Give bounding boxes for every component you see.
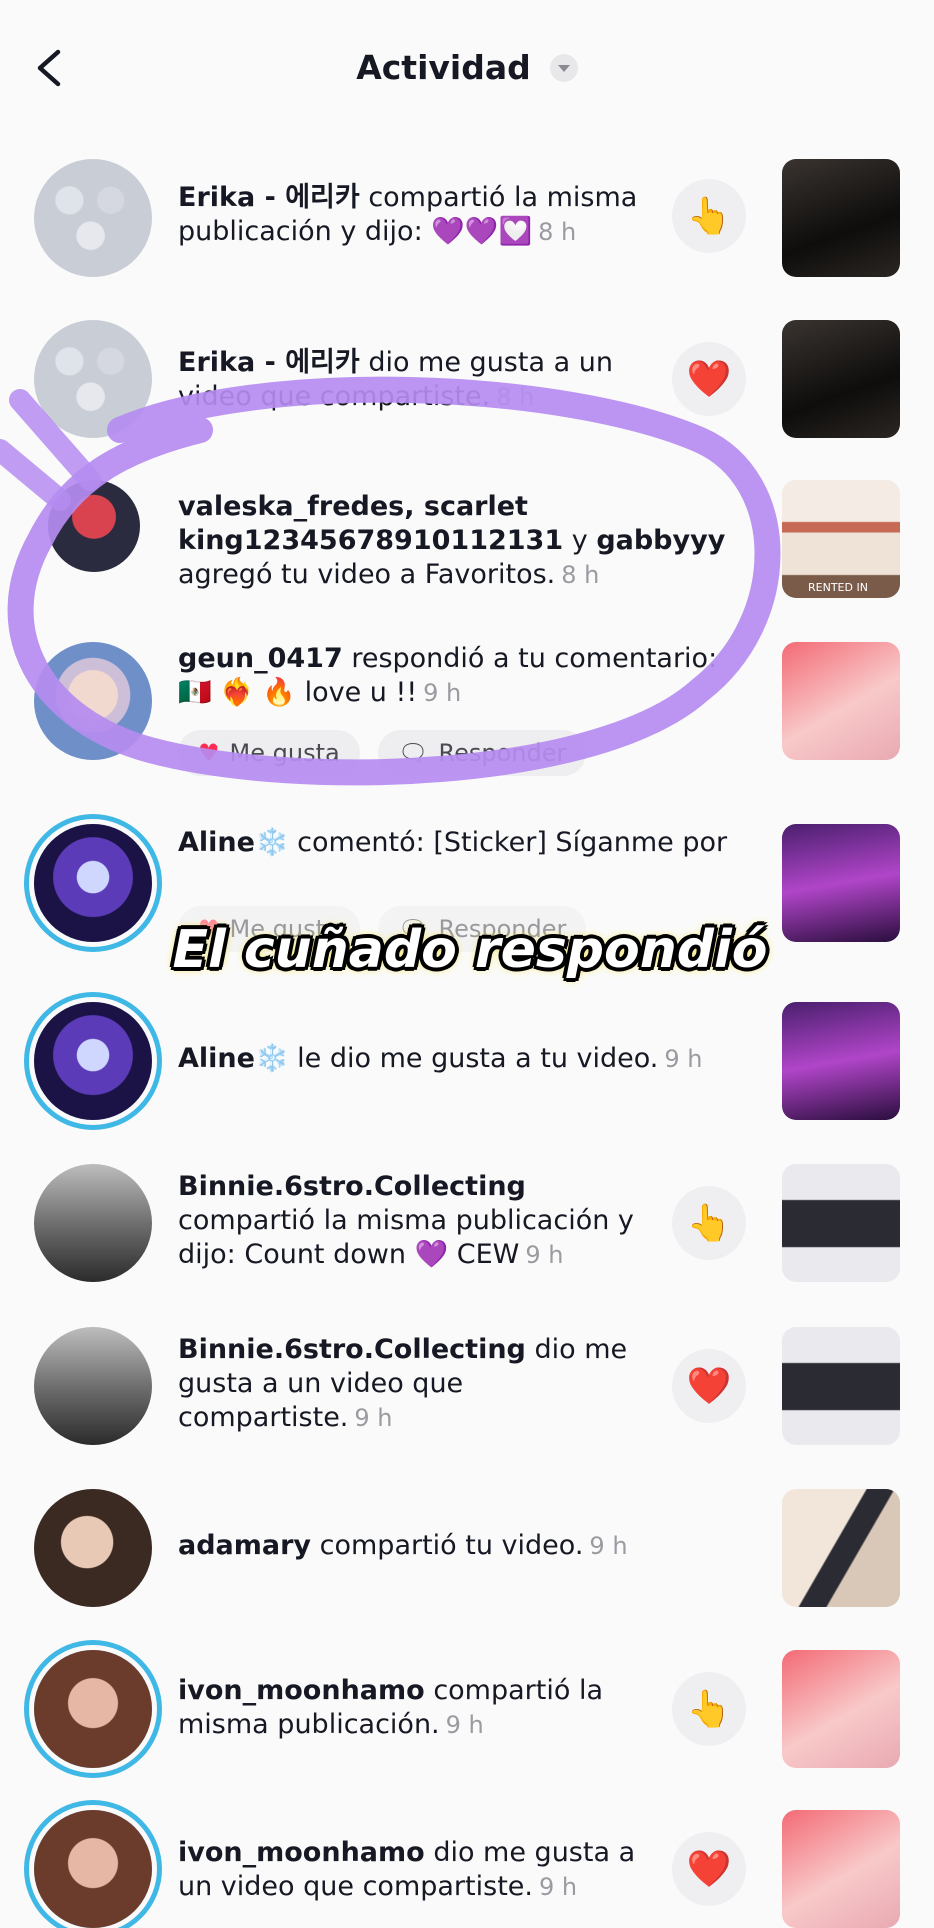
activity-text: ivon_moonhamo compartió la misma publica… (178, 1675, 603, 1740)
activity-text: Binnie.6stro.Collecting compartió la mis… (178, 1171, 634, 1270)
video-thumbnail[interactable] (782, 159, 900, 277)
like-react-button[interactable]: ❤️ (672, 1832, 746, 1906)
video-thumbnail[interactable] (782, 320, 900, 438)
like-react-button[interactable]: ❤️ (672, 342, 746, 416)
activity-text: Aline❄️ le dio me gusta a tu video. 9 h (178, 1043, 703, 1074)
activity-text: Erika - 에리카 dio me gusta a un video que … (178, 347, 613, 412)
thumbnail-label: RENTED IN (808, 581, 868, 594)
comment-icon: 🗨 (398, 739, 429, 767)
wave-react-button[interactable]: 👆 (672, 1672, 746, 1746)
title-dropdown[interactable]: Actividad (0, 48, 934, 87)
like-comment-button[interactable]: ♥ Me gusta (178, 730, 360, 776)
video-thumbnail[interactable] (782, 1810, 900, 1928)
list-item[interactable]: Aline❄️ le dio me gusta a tu video. 9 h (0, 1000, 934, 1130)
video-caption: El cuñado respondió (172, 920, 768, 980)
list-item[interactable]: valeska_fredes, scarlet king123456789101… (0, 478, 934, 608)
wave-react-button[interactable]: 👆 (672, 1186, 746, 1260)
avatar[interactable] (34, 1810, 152, 1928)
video-thumbnail[interactable] (782, 1489, 900, 1607)
page-title: Actividad (356, 48, 531, 87)
activity-text: geun_0417 respondió a tu comentario: 🇲🇽 … (178, 643, 718, 708)
list-item[interactable]: geun_0417 respondió a tu comentario: 🇲🇽 … (0, 640, 934, 790)
avatar[interactable] (34, 642, 152, 760)
video-thumbnail[interactable]: RENTED IN (782, 480, 900, 598)
list-item[interactable]: adamary compartió tu video. 9 h (0, 1487, 934, 1617)
list-item[interactable]: ivon_moonhamo dio me gusta a un video qu… (0, 1808, 934, 1928)
list-item[interactable]: Erika - 에리카 dio me gusta a un video que … (0, 318, 934, 448)
highlight-circle (0, 376, 781, 786)
caret-down-icon (549, 53, 578, 82)
video-thumbnail[interactable] (782, 642, 900, 760)
video-thumbnail[interactable] (782, 824, 900, 942)
avatar[interactable] (48, 480, 140, 572)
avatar[interactable] (34, 1489, 152, 1607)
activity-text: ivon_moonhamo dio me gusta a un video qu… (178, 1837, 636, 1902)
list-item[interactable]: Binnie.6stro.Collecting dio me gusta a u… (0, 1325, 934, 1455)
like-react-button[interactable]: ❤️ (672, 1349, 746, 1423)
list-item[interactable]: ivon_moonhamo compartió la misma publica… (0, 1648, 934, 1778)
activity-text: valeska_fredes, scarlet king123456789101… (178, 491, 726, 590)
avatar[interactable] (34, 1327, 152, 1445)
avatar[interactable] (34, 824, 152, 942)
video-thumbnail[interactable] (782, 1327, 900, 1445)
avatar[interactable] (34, 1164, 152, 1282)
list-item[interactable]: Binnie.6stro.Collecting compartió la mis… (0, 1162, 934, 1292)
activity-text: Erika - 에리카 compartió la misma publicaci… (178, 182, 638, 247)
avatar[interactable] (34, 1002, 152, 1120)
avatar[interactable] (34, 1650, 152, 1768)
list-item[interactable]: Erika - 에리카 compartió la misma publicaci… (0, 155, 934, 285)
activity-text: Binnie.6stro.Collecting dio me gusta a u… (178, 1334, 628, 1433)
avatar[interactable] (34, 159, 152, 277)
video-thumbnail[interactable] (782, 1650, 900, 1768)
reply-button[interactable]: 🗨 Responder (378, 730, 587, 776)
heart-icon: ♥ (198, 739, 220, 767)
wave-react-button[interactable]: 👆 (672, 179, 746, 253)
video-thumbnail[interactable] (782, 1002, 900, 1120)
activity-text: Aline❄️ comentó: [Sticker] Síganme por (178, 827, 728, 858)
activity-text: adamary compartió tu video. 9 h (178, 1530, 628, 1561)
header: Actividad (0, 0, 934, 140)
avatar[interactable] (34, 320, 152, 438)
video-thumbnail[interactable] (782, 1164, 900, 1282)
